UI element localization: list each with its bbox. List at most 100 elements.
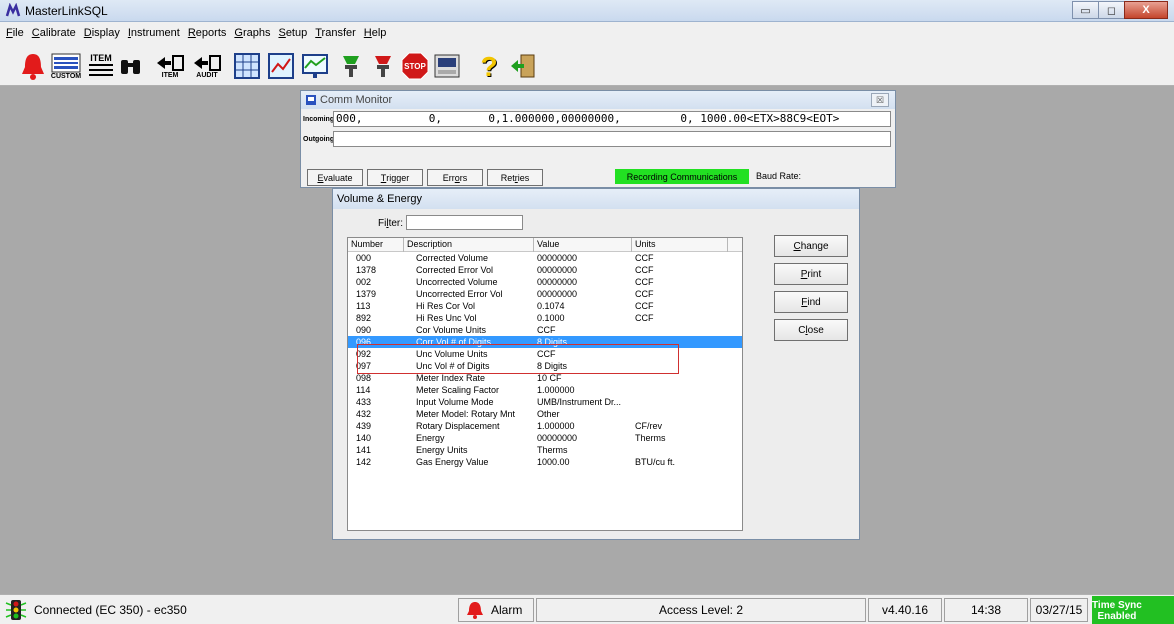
- menu-calibrate[interactable]: Calibrate: [32, 27, 76, 39]
- menu-file[interactable]: File: [6, 27, 24, 39]
- trigger-button[interactable]: Trigger: [367, 169, 423, 186]
- outgoing-row: Outgoing: [303, 131, 891, 147]
- item-description: Meter Scaling Factor: [416, 385, 500, 395]
- recording-status-indicator: Recording Communications: [615, 169, 749, 184]
- item-number: 142: [356, 457, 372, 467]
- list-item[interactable]: 114 Meter Scaling Factor 1.000000: [348, 384, 742, 396]
- time-sync-badge: Time Sync Enabled: [1092, 596, 1174, 624]
- outgoing-field[interactable]: [333, 131, 891, 147]
- item-description: Hi Res Unc Vol: [416, 313, 477, 323]
- item-description: Meter Model: Rotary Mnt: [416, 409, 516, 419]
- item-number: 141: [356, 445, 372, 455]
- connect-button[interactable]: [336, 50, 366, 82]
- change-button[interactable]: Change: [774, 235, 848, 257]
- close-button[interactable]: X: [1124, 1, 1168, 19]
- list-item[interactable]: 142 Gas Energy Value 1000.00 BTU/cu ft.: [348, 456, 742, 468]
- disconnect-button[interactable]: [368, 50, 398, 82]
- list-item[interactable]: 433 Input Volume Mode UMB/Instrument Dr...: [348, 396, 742, 408]
- item-units: Therms: [635, 433, 666, 443]
- column-header-description[interactable]: Description: [404, 238, 534, 252]
- binoculars-icon: [121, 60, 140, 74]
- stop-button[interactable]: STOP: [400, 50, 430, 82]
- menu-display[interactable]: Display: [84, 27, 120, 39]
- alarm-panel[interactable]: Alarm: [458, 598, 534, 622]
- connect-plug-icon: [343, 56, 359, 77]
- errors-button[interactable]: Err o rs: [427, 169, 483, 186]
- list-item[interactable]: 000 Corrected Volume 00000000 CCF: [348, 252, 742, 264]
- bell-icon: [22, 54, 44, 80]
- list-item[interactable]: 1378 Corrected Error Vol 00000000 CCF: [348, 264, 742, 276]
- find-button[interactable]: [118, 50, 144, 82]
- item-units: [632, 324, 742, 336]
- list-item[interactable]: 113 Hi Res Cor Vol 0.1074 CCF: [348, 300, 742, 312]
- audit-arrow-icon: [194, 54, 221, 71]
- list-item[interactable]: 090 Cor Volume Units CCF: [348, 324, 742, 336]
- items-list[interactable]: Number Description Value Units 000 Correc…: [347, 237, 743, 531]
- custom-button[interactable]: CUSTOM: [50, 50, 82, 82]
- menu-transfer[interactable]: Transfer: [315, 27, 356, 39]
- audit-button[interactable]: AUDIT: [190, 50, 224, 82]
- print-button[interactable]: Print: [774, 263, 848, 285]
- version-text: v4.40.16: [868, 598, 942, 622]
- incoming-label: Incoming: [303, 115, 335, 123]
- close-dialog-button[interactable]: Cl ose: [774, 319, 848, 341]
- alarm-bell-button[interactable]: [18, 50, 48, 82]
- item-transfer-button[interactable]: ITEM: [154, 50, 186, 82]
- column-header-number[interactable]: Number: [348, 238, 404, 252]
- comm-monitor-close-button[interactable]: ☒: [871, 93, 889, 107]
- item-number: 114: [356, 385, 371, 395]
- minimize-button[interactable]: ▭: [1072, 1, 1099, 19]
- menu-reports[interactable]: Reports: [188, 27, 227, 39]
- item-units: [632, 408, 742, 420]
- exit-button[interactable]: [508, 50, 538, 82]
- item-description: Cor Volume Units: [416, 325, 487, 335]
- find-item-button[interactable]: Find: [774, 291, 848, 313]
- item-number: 002: [356, 277, 372, 287]
- item-value: 1.000000: [537, 385, 575, 395]
- menu-setup[interactable]: Setup: [278, 27, 307, 39]
- graph-button[interactable]: [300, 50, 330, 82]
- list-item[interactable]: 892 Hi Res Unc Vol 0.1000 CCF: [348, 312, 742, 324]
- connection-status: Connected (EC 350) - ec350: [4, 598, 456, 622]
- list-item[interactable]: 439 Rotary Displacement 1.000000 CF/rev: [348, 420, 742, 432]
- item-units: [632, 444, 742, 456]
- volume-energy-titlebar: Volume & Energy: [333, 189, 859, 209]
- comm-monitor-titlebar: Comm Monitor: [301, 91, 895, 109]
- comm-monitor-icon: [306, 95, 316, 105]
- instrument-display-button[interactable]: [432, 50, 462, 82]
- item-number: 1378: [356, 265, 377, 275]
- menu-bar: File Calibrate Display Instrument Report…: [0, 22, 1174, 44]
- list-item[interactable]: 002 Uncorrected Volume 00000000 CCF: [348, 276, 742, 288]
- item-description: Energy Units: [416, 445, 468, 455]
- custom-screen-icon: [51, 53, 81, 72]
- list-item[interactable]: 140 Energy 00000000 Therms: [348, 432, 742, 444]
- item-description: Hi Res Cor Vol: [416, 301, 476, 311]
- highlight-annotation-box: [357, 344, 679, 374]
- item-units: BTU/cu ft.: [635, 457, 676, 467]
- item-description: Gas Energy Value: [416, 457, 489, 467]
- date-text: 03/27/15: [1030, 598, 1088, 622]
- connection-status-text: Connected (EC 350) - ec350: [34, 603, 187, 617]
- filter-input[interactable]: [406, 215, 523, 230]
- graph-report-button[interactable]: [266, 50, 296, 82]
- access-level: Access Level: 2: [536, 598, 866, 622]
- column-header-value[interactable]: Value: [534, 238, 632, 252]
- list-item[interactable]: 1379 Uncorrected Error Vol 00000000 CCF: [348, 288, 742, 300]
- menu-instrument[interactable]: Instrument: [128, 27, 180, 39]
- list-item[interactable]: 432 Meter Model: Rotary Mnt Other: [348, 408, 742, 420]
- time-text: 14:38: [944, 598, 1028, 622]
- retries-button[interactable]: Ret r ies: [487, 169, 543, 186]
- list-item[interactable]: 141 Energy Units Therms: [348, 444, 742, 456]
- alarm-label: Alarm: [491, 603, 523, 617]
- menu-help[interactable]: Help: [364, 27, 387, 39]
- evaluate-button[interactable]: Evaluate: [307, 169, 363, 186]
- maximize-button[interactable]: ◻: [1098, 1, 1125, 19]
- incoming-field[interactable]: 000, 0, 0,1.000000,00000000, 0, 1000.00<…: [333, 111, 891, 127]
- item-units: CCF: [635, 253, 654, 263]
- menu-graphs[interactable]: Graphs: [234, 27, 270, 39]
- column-header-units[interactable]: Units: [632, 238, 728, 252]
- calculator-report-button[interactable]: [232, 50, 262, 82]
- item-value: 1000.00: [537, 457, 570, 467]
- item-list-button[interactable]: ITEM: [86, 50, 116, 82]
- help-button[interactable]: ?: [476, 50, 502, 82]
